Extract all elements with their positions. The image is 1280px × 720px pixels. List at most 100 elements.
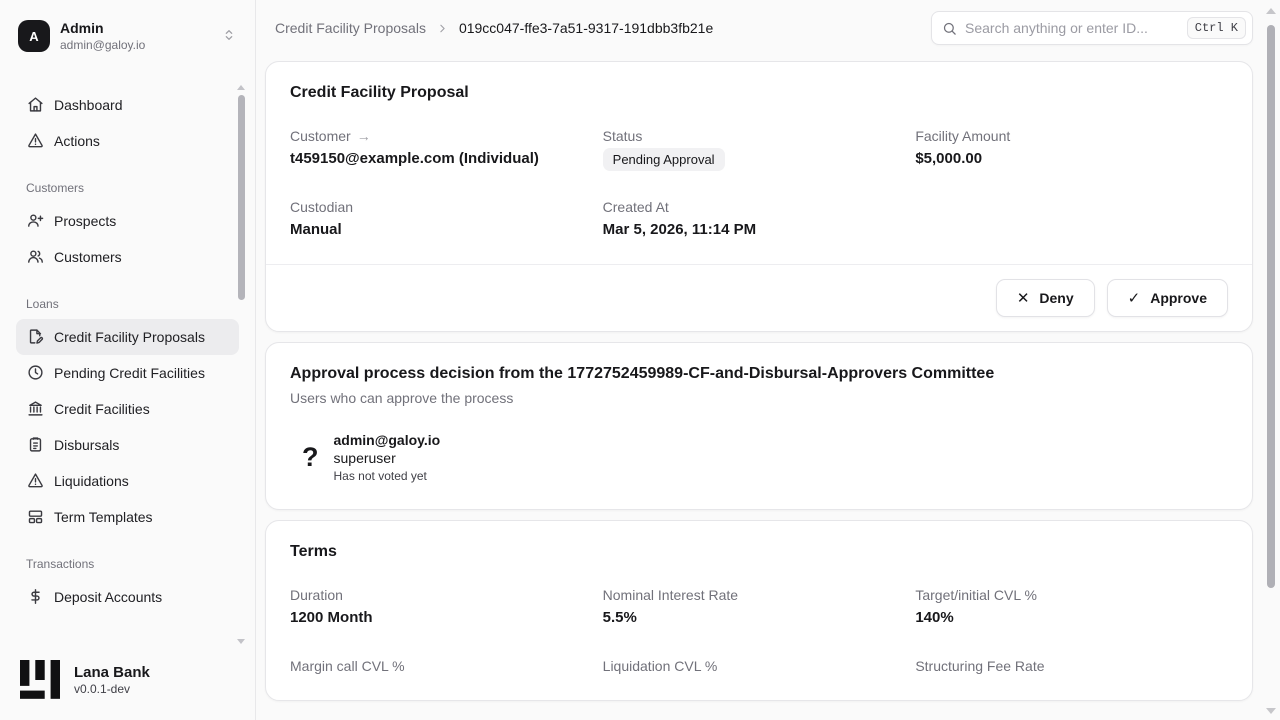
proposal-actions: ✕ Deny ✓ Approve (266, 264, 1252, 331)
page-content: Credit Facility Proposal Customer → t459… (256, 56, 1280, 720)
sidebar-item-dashboard[interactable]: Dashboard (16, 87, 239, 123)
alert-triangle-icon (26, 472, 44, 490)
status-label: Status (603, 128, 643, 144)
sidebar-item-term-templates[interactable]: Term Templates (16, 499, 239, 535)
topbar: Credit Facility Proposals 019cc047-ffe3-… (256, 0, 1280, 56)
page-scroll-down-arrow[interactable] (1266, 708, 1276, 714)
x-icon: ✕ (1017, 289, 1030, 307)
field-target-cvl: Target/initial CVL % 140% (915, 587, 1228, 626)
sidebar-item-label: Term Templates (54, 509, 153, 525)
field-margin-call-cvl: Margin call CVL % (290, 658, 603, 674)
global-search[interactable]: Ctrl K (931, 11, 1253, 45)
field-customer: Customer → t459150@example.com (Individu… (290, 128, 603, 171)
nominal-interest-rate-label: Nominal Interest Rate (603, 587, 738, 603)
sidebar-item-label: Actions (54, 133, 100, 149)
approve-button-label: Approve (1150, 290, 1207, 306)
field-liquidation-cvl: Liquidation CVL % (603, 658, 916, 674)
facility-amount-value: $5,000.00 (915, 150, 1228, 167)
liquidation-cvl-label: Liquidation CVL % (603, 658, 718, 674)
field-created-at: Created At Mar 5, 2026, 11:14 PM (603, 199, 916, 238)
deny-button-label: Deny (1039, 290, 1073, 306)
sidebar: A Admin admin@galoy.io Dashboard Actions (0, 0, 256, 720)
nav-section-customers: Customers (16, 181, 239, 195)
field-nominal-interest-rate: Nominal Interest Rate 5.5% (603, 587, 916, 626)
sidebar-item-actions[interactable]: Actions (16, 123, 239, 159)
search-input[interactable] (965, 20, 1179, 36)
sidebar-item-credit-facilities[interactable]: Credit Facilities (16, 391, 239, 427)
breadcrumb-parent-link[interactable]: Credit Facility Proposals (275, 20, 426, 36)
created-at-value: Mar 5, 2026, 11:14 PM (603, 221, 916, 238)
dollar-icon (26, 588, 44, 606)
chevron-right-icon (436, 22, 449, 35)
breadcrumb: Credit Facility Proposals 019cc047-ffe3-… (275, 20, 713, 36)
customer-label: Customer (290, 128, 351, 144)
question-mark-avatar: ? (302, 444, 319, 471)
brand-name: Lana Bank (74, 664, 150, 681)
sidebar-item-liquidations[interactable]: Liquidations (16, 463, 239, 499)
field-facility-amount: Facility Amount $5,000.00 (915, 128, 1228, 171)
chevrons-up-down-icon (221, 27, 237, 46)
duration-value: 1200 Month (290, 609, 603, 626)
sidebar-item-deposit-accounts[interactable]: Deposit Accounts (16, 579, 239, 615)
arrow-right-icon[interactable]: → (357, 128, 371, 144)
approval-card-subtitle: Users who can approve the process (290, 390, 1228, 406)
proposal-card-title: Credit Facility Proposal (290, 84, 1228, 102)
clock-icon (26, 364, 44, 382)
sidebar-scroll-down-arrow[interactable] (237, 639, 245, 644)
user-plus-icon (26, 212, 44, 230)
created-at-label: Created At (603, 199, 669, 215)
deny-button[interactable]: ✕ Deny (996, 279, 1095, 317)
check-icon: ✓ (1128, 289, 1141, 307)
terms-card: Terms Duration 1200 Month Nominal Intere… (265, 520, 1253, 701)
sidebar-item-disbursals[interactable]: Disbursals (16, 427, 239, 463)
sidebar-item-customers[interactable]: Customers (16, 239, 239, 275)
user-email: admin@galoy.io (60, 38, 211, 53)
sidebar-item-label: Prospects (54, 213, 116, 229)
nav-section-loans: Loans (16, 297, 239, 311)
clipboard-icon (26, 436, 44, 454)
home-icon (26, 96, 44, 114)
approve-button[interactable]: ✓ Approve (1107, 279, 1228, 317)
panels-icon (26, 508, 44, 526)
search-icon (942, 21, 957, 36)
status-badge: Pending Approval (603, 148, 725, 171)
search-shortcut-badge: Ctrl K (1187, 17, 1246, 39)
brand-version: v0.0.1-dev (74, 682, 150, 696)
avatar: A (18, 20, 50, 52)
sidebar-item-label: Dashboard (54, 97, 123, 113)
proposal-card: Credit Facility Proposal Customer → t459… (265, 61, 1253, 332)
approver-vote-status: Has not voted yet (334, 469, 441, 483)
field-status: Status Pending Approval (603, 128, 916, 171)
users-icon (26, 248, 44, 266)
sidebar-item-label: Credit Facility Proposals (54, 329, 205, 345)
sidebar-scrollbar[interactable] (238, 95, 245, 300)
sidebar-item-pending-credit-facilities[interactable]: Pending Credit Facilities (16, 355, 239, 391)
sidebar-scroll-up-arrow[interactable] (237, 85, 245, 90)
approver-row: ? admin@galoy.io superuser Has not voted… (290, 432, 1228, 483)
sidebar-item-credit-facility-proposals[interactable]: Credit Facility Proposals (16, 319, 239, 355)
sidebar-item-label: Liquidations (54, 473, 129, 489)
approver-email: admin@galoy.io (334, 432, 441, 448)
user-name: Admin (60, 20, 211, 38)
sidebar-item-label: Deposit Accounts (54, 589, 162, 605)
sidebar-nav: Dashboard Actions Customers Prospects Cu (0, 87, 255, 645)
terms-card-title: Terms (290, 543, 1228, 561)
sidebar-item-prospects[interactable]: Prospects (16, 203, 239, 239)
sidebar-item-label: Customers (54, 249, 122, 265)
facility-amount-label: Facility Amount (915, 128, 1010, 144)
lana-bank-logo (20, 660, 60, 700)
custodian-value: Manual (290, 221, 603, 238)
duration-label: Duration (290, 587, 343, 603)
account-switcher[interactable]: A Admin admin@galoy.io (16, 16, 239, 57)
main-area: Credit Facility Proposals 019cc047-ffe3-… (256, 0, 1280, 720)
sidebar-item-label: Disbursals (54, 437, 119, 453)
brand-footer: Lana Bank v0.0.1-dev (0, 644, 255, 720)
custodian-label: Custodian (290, 199, 353, 215)
customer-value[interactable]: t459150@example.com (Individual) (290, 150, 603, 167)
page-scroll-up-arrow[interactable] (1266, 8, 1276, 14)
target-cvl-label: Target/initial CVL % (915, 587, 1037, 603)
app-root: A Admin admin@galoy.io Dashboard Actions (0, 0, 1280, 720)
target-cvl-value: 140% (915, 609, 1228, 626)
field-duration: Duration 1200 Month (290, 587, 603, 626)
page-scrollbar[interactable] (1267, 25, 1275, 588)
